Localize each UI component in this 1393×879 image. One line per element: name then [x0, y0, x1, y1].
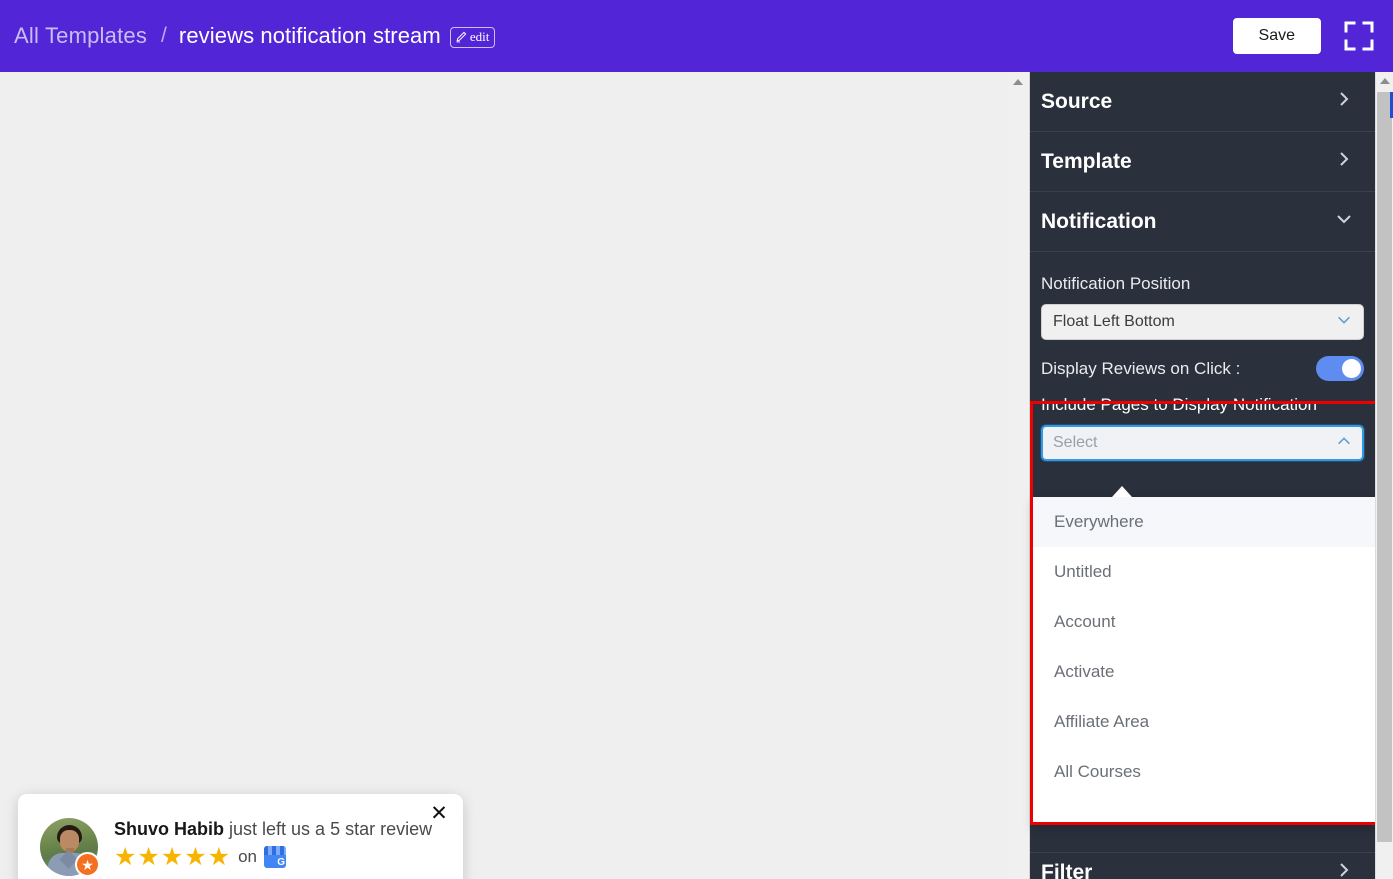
edit-label: edit — [469, 29, 490, 44]
accordion-source[interactable]: Source — [1030, 72, 1375, 132]
avatar: ★ — [40, 818, 100, 877]
on-label: on — [238, 846, 257, 866]
accordion-template[interactable]: Template — [1030, 132, 1375, 192]
accordion-template-label: Template — [1041, 149, 1132, 173]
panel-lower-region: Filter — [1030, 828, 1375, 879]
toggle-knob — [1342, 359, 1361, 378]
chevron-down-icon — [1335, 210, 1353, 233]
breadcrumb-separator: / — [161, 24, 167, 47]
accordion-filter-label: Filter — [1041, 861, 1093, 879]
review-card-body: ★ Shuvo Habib just left us a 5 star revi… — [18, 794, 463, 879]
dropdown-option-all-courses[interactable]: All Courses — [1033, 747, 1375, 797]
review-text-block: Shuvo Habib just left us a 5 star review… — [114, 818, 432, 879]
chevron-up-icon[interactable] — [1336, 433, 1352, 454]
preview-canvas: ✕ ★ Shuvo Habib just left us a 5 star re… — [0, 72, 1007, 879]
include-pages-label: Include Pages to Display Notification — [1041, 395, 1317, 414]
section-divider — [1030, 852, 1375, 853]
chevron-right-icon — [1335, 150, 1353, 173]
star-rating: ★★★★★ — [114, 842, 232, 871]
review-rating-row: ★★★★★ on G — [114, 844, 432, 869]
accordion-notification[interactable]: Notification — [1030, 192, 1375, 252]
google-business-profile-icon: G — [263, 845, 286, 868]
display-reviews-on-click-row: Display Reviews on Click : — [1030, 340, 1375, 381]
pencil-icon — [456, 31, 467, 43]
display-reviews-on-click-toggle[interactable] — [1316, 356, 1364, 381]
include-pages-dropdown-list[interactable]: Everywhere Untitled Account Activate Aff… — [1033, 497, 1375, 825]
dropdown-option-account[interactable]: Account — [1033, 597, 1375, 647]
scroll-up-arrow-icon[interactable] — [1379, 78, 1390, 84]
notification-position-select[interactable]: Float Left Bottom — [1041, 304, 1364, 340]
display-reviews-on-click-label: Display Reviews on Click : — [1041, 358, 1241, 378]
accordion-notification-label: Notification — [1041, 209, 1157, 233]
include-pages-placeholder: Select — [1053, 434, 1098, 451]
scroll-up-arrow-icon[interactable] — [1013, 79, 1023, 85]
accordion-source-label: Source — [1041, 89, 1113, 113]
page-title: reviews notification stream — [178, 23, 441, 48]
dropdown-option-everywhere[interactable]: Everywhere — [1033, 497, 1375, 547]
review-notification-card[interactable]: ✕ ★ Shuvo Habib just left us a 5 star re… — [18, 794, 463, 879]
breadcrumb: All Templates / reviews notification str… — [12, 23, 1233, 49]
include-pages-select-input[interactable]: Select — [1041, 425, 1364, 461]
notification-position-label: Notification Position — [1041, 274, 1191, 293]
chevron-down-icon — [1336, 312, 1352, 333]
notification-position-value: Float Left Bottom — [1053, 313, 1175, 330]
chevron-right-icon — [1335, 90, 1353, 113]
panel-scrollbar[interactable] — [1007, 72, 1030, 879]
top-header-bar: All Templates / reviews notification str… — [0, 0, 1393, 72]
include-pages-field: Include Pages to Display Notification Se… — [1030, 381, 1375, 461]
scrollbar-thumb[interactable] — [1377, 92, 1392, 842]
dropdown-option-affiliate-area[interactable]: Affiliate Area — [1033, 697, 1375, 747]
fullscreen-icon[interactable] — [1343, 20, 1375, 52]
dropdown-pointer — [1112, 486, 1132, 497]
dropdown-option-untitled[interactable]: Untitled — [1033, 547, 1375, 597]
dropdown-option-activate[interactable]: Activate — [1033, 647, 1375, 697]
review-headline: Shuvo Habib just left us a 5 star review — [114, 819, 432, 840]
reviewer-name: Shuvo Habib — [114, 819, 225, 839]
accordion-filter[interactable]: Filter — [1041, 861, 1353, 879]
breadcrumb-all-templates[interactable]: All Templates — [12, 23, 149, 49]
notification-position-field: Notification Position Float Left Bottom — [1030, 252, 1375, 340]
star-badge-icon: ★ — [75, 852, 100, 877]
app-root: All Templates / reviews notification str… — [0, 0, 1393, 879]
review-message: just left us a 5 star review — [224, 819, 433, 839]
edit-title-button[interactable]: edit — [449, 27, 496, 48]
browser-scrollbar[interactable] — [1375, 72, 1393, 879]
save-button[interactable]: Save — [1232, 18, 1321, 54]
chevron-right-icon — [1335, 861, 1353, 879]
close-icon[interactable]: ✕ — [428, 802, 450, 824]
